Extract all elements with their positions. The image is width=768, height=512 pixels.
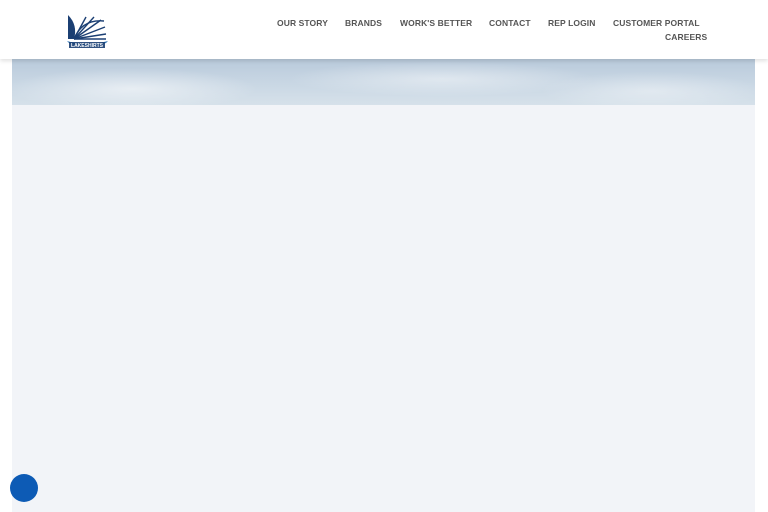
nav-works-better[interactable]: WORK'S BETTER — [400, 18, 472, 28]
main-content-area — [12, 105, 755, 512]
chat-button[interactable] — [10, 474, 38, 502]
nav-brands[interactable]: BRANDS — [345, 18, 382, 28]
nav-customer-portal[interactable]: CUSTOMER PORTAL — [613, 18, 700, 28]
nav-our-story[interactable]: OUR STORY — [277, 18, 328, 28]
hero-sky-banner — [12, 59, 755, 105]
nav-rep-login[interactable]: REP LOGIN — [548, 18, 596, 28]
nav-contact[interactable]: CONTACT — [489, 18, 531, 28]
site-header: LAKESHIRTS OUR STORY BRANDS WORK'S BETTE… — [0, 0, 768, 59]
page: LAKESHIRTS OUR STORY BRANDS WORK'S BETTE… — [0, 0, 768, 512]
nav-careers[interactable]: CAREERS — [665, 32, 707, 42]
main-nav: OUR STORY BRANDS WORK'S BETTER CONTACT R… — [0, 0, 768, 59]
